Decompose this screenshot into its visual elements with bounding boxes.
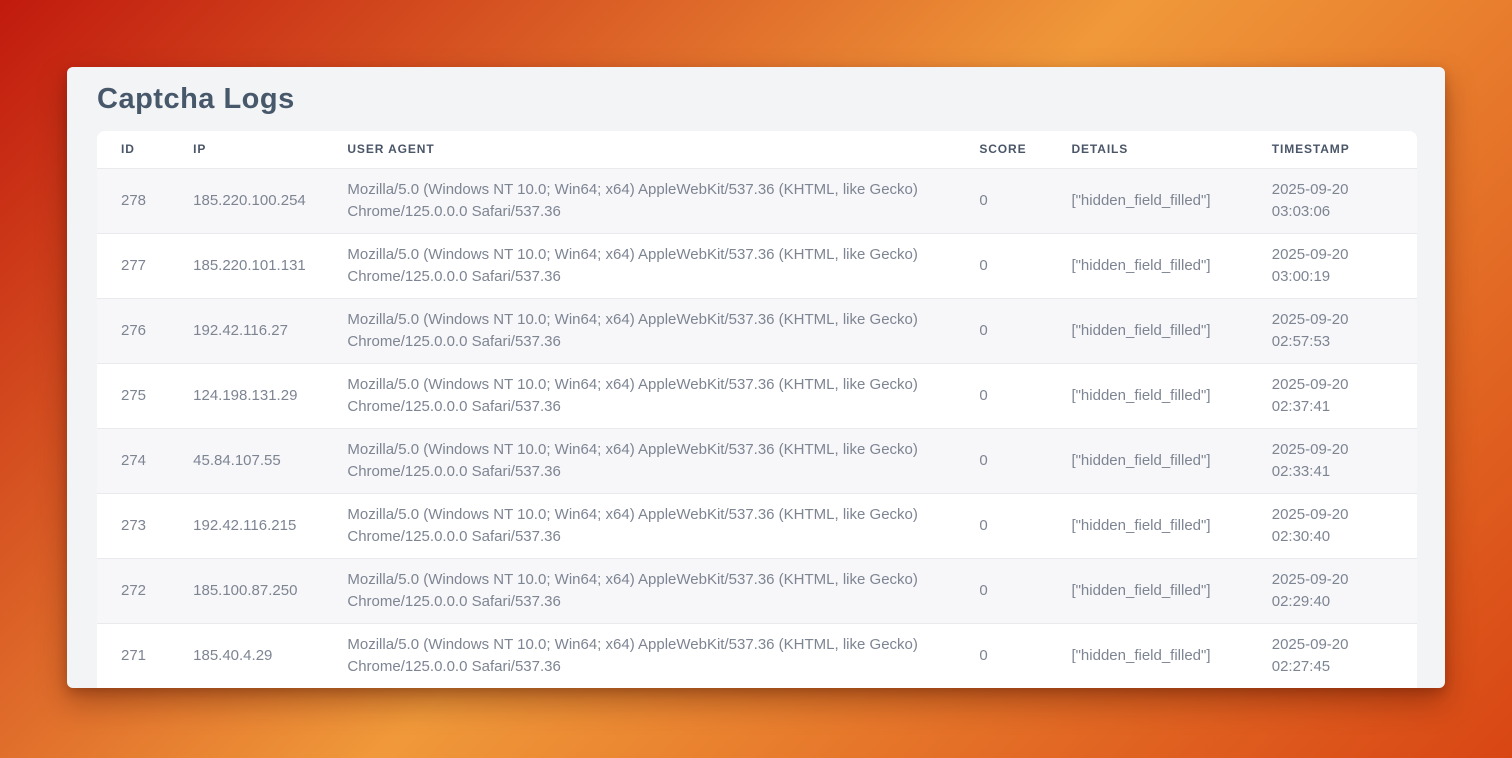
cell-id: 272: [97, 558, 193, 623]
cell-score: 0: [979, 493, 1071, 558]
cell-ip: 185.220.100.254: [193, 168, 347, 233]
column-header-timestamp: TIMESTAMP: [1272, 131, 1417, 168]
cell-score: 0: [979, 623, 1071, 688]
cell-score: 0: [979, 233, 1071, 298]
cell-id: 276: [97, 298, 193, 363]
cell-ip: 185.40.4.29: [193, 623, 347, 688]
table-row: 278185.220.100.254Mozilla/5.0 (Windows N…: [97, 168, 1417, 233]
cell-details: ["hidden_field_filled"]: [1071, 428, 1271, 493]
table-row: 27445.84.107.55Mozilla/5.0 (Windows NT 1…: [97, 428, 1417, 493]
cell-details: ["hidden_field_filled"]: [1071, 298, 1271, 363]
cell-user_agent: Mozilla/5.0 (Windows NT 10.0; Win64; x64…: [347, 623, 979, 688]
column-header-score: SCORE: [979, 131, 1071, 168]
cell-timestamp: 2025-09-20 02:33:41: [1272, 428, 1417, 493]
cell-score: 0: [979, 428, 1071, 493]
column-header-ip: IP: [193, 131, 347, 168]
cell-ip: 185.100.87.250: [193, 558, 347, 623]
captcha-logs-table: IDIPUSER AGENTSCOREDETAILSTIMESTAMP 2781…: [97, 131, 1417, 688]
cell-details: ["hidden_field_filled"]: [1071, 493, 1271, 558]
cell-timestamp: 2025-09-20 02:37:41: [1272, 363, 1417, 428]
cell-ip: 192.42.116.215: [193, 493, 347, 558]
cell-timestamp: 2025-09-20 02:30:40: [1272, 493, 1417, 558]
cell-user_agent: Mozilla/5.0 (Windows NT 10.0; Win64; x64…: [347, 168, 979, 233]
cell-user_agent: Mozilla/5.0 (Windows NT 10.0; Win64; x64…: [347, 363, 979, 428]
cell-details: ["hidden_field_filled"]: [1071, 168, 1271, 233]
table-row: 276192.42.116.27Mozilla/5.0 (Windows NT …: [97, 298, 1417, 363]
page-background: { "page": { "title": "Captcha Logs" }, "…: [0, 0, 1512, 758]
cell-score: 0: [979, 168, 1071, 233]
column-header-details: DETAILS: [1071, 131, 1271, 168]
cell-user_agent: Mozilla/5.0 (Windows NT 10.0; Win64; x64…: [347, 558, 979, 623]
cell-timestamp: 2025-09-20 03:03:06: [1272, 168, 1417, 233]
captcha-logs-card: Captcha Logs IDIPUSER AGENTSCOREDETAILST…: [67, 67, 1445, 688]
cell-id: 271: [97, 623, 193, 688]
cell-details: ["hidden_field_filled"]: [1071, 233, 1271, 298]
cell-user_agent: Mozilla/5.0 (Windows NT 10.0; Win64; x64…: [347, 428, 979, 493]
cell-ip: 192.42.116.27: [193, 298, 347, 363]
cell-id: 277: [97, 233, 193, 298]
table-header: IDIPUSER AGENTSCOREDETAILSTIMESTAMP: [97, 131, 1417, 168]
table-body: 278185.220.100.254Mozilla/5.0 (Windows N…: [97, 168, 1417, 688]
cell-timestamp: 2025-09-20 03:00:19: [1272, 233, 1417, 298]
cell-details: ["hidden_field_filled"]: [1071, 558, 1271, 623]
cell-timestamp: 2025-09-20 02:57:53: [1272, 298, 1417, 363]
cell-id: 274: [97, 428, 193, 493]
cell-score: 0: [979, 363, 1071, 428]
table-row: 271185.40.4.29Mozilla/5.0 (Windows NT 10…: [97, 623, 1417, 688]
cell-score: 0: [979, 558, 1071, 623]
cell-id: 273: [97, 493, 193, 558]
table-row: 275124.198.131.29Mozilla/5.0 (Windows NT…: [97, 363, 1417, 428]
column-header-id: ID: [97, 131, 193, 168]
cell-id: 275: [97, 363, 193, 428]
table-row: 277185.220.101.131Mozilla/5.0 (Windows N…: [97, 233, 1417, 298]
table-row: 273192.42.116.215Mozilla/5.0 (Windows NT…: [97, 493, 1417, 558]
cell-user_agent: Mozilla/5.0 (Windows NT 10.0; Win64; x64…: [347, 233, 979, 298]
table-row: 272185.100.87.250Mozilla/5.0 (Windows NT…: [97, 558, 1417, 623]
page-title: Captcha Logs: [97, 83, 1415, 116]
cell-ip: 185.220.101.131: [193, 233, 347, 298]
column-header-user_agent: USER AGENT: [347, 131, 979, 168]
captcha-logs-table-container: IDIPUSER AGENTSCOREDETAILSTIMESTAMP 2781…: [97, 131, 1417, 688]
cell-details: ["hidden_field_filled"]: [1071, 623, 1271, 688]
cell-ip: 124.198.131.29: [193, 363, 347, 428]
cell-user_agent: Mozilla/5.0 (Windows NT 10.0; Win64; x64…: [347, 298, 979, 363]
cell-ip: 45.84.107.55: [193, 428, 347, 493]
cell-user_agent: Mozilla/5.0 (Windows NT 10.0; Win64; x64…: [347, 493, 979, 558]
cell-details: ["hidden_field_filled"]: [1071, 363, 1271, 428]
cell-timestamp: 2025-09-20 02:29:40: [1272, 558, 1417, 623]
cell-id: 278: [97, 168, 193, 233]
cell-timestamp: 2025-09-20 02:27:45: [1272, 623, 1417, 688]
table-header-row: IDIPUSER AGENTSCOREDETAILSTIMESTAMP: [97, 131, 1417, 168]
cell-score: 0: [979, 298, 1071, 363]
